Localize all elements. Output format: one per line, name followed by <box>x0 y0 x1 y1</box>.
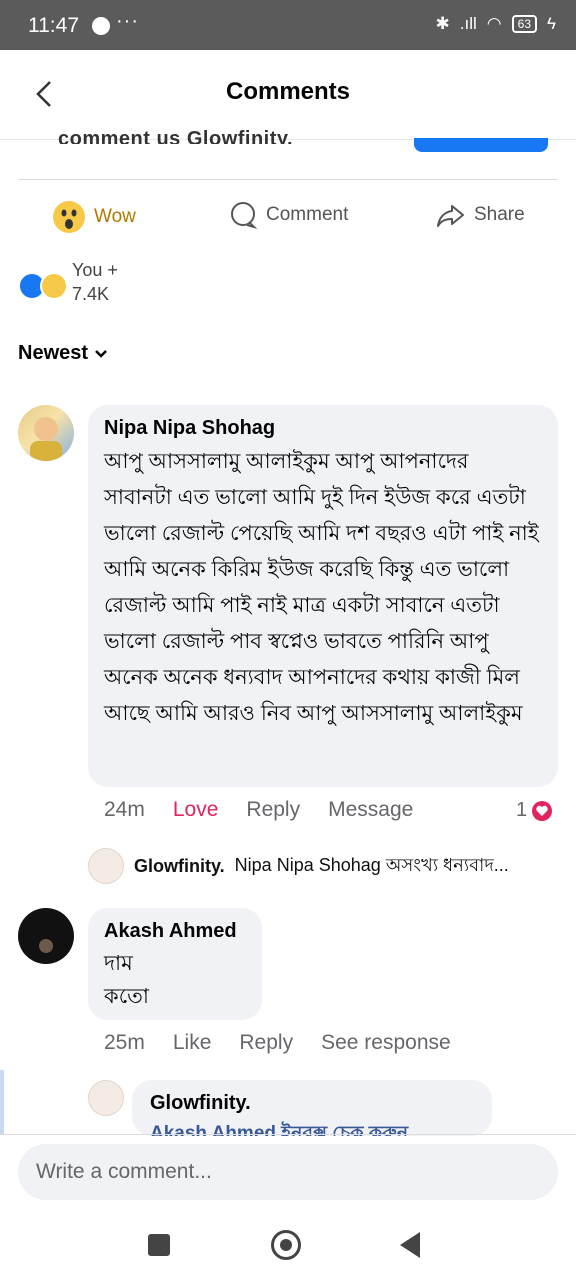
comment-icon <box>231 202 258 230</box>
composer-divider <box>0 1134 576 1135</box>
see-response-button[interactable]: See response <box>321 1031 451 1055</box>
reaction-label: Wow <box>94 206 136 227</box>
page-title: Comments <box>225 78 351 105</box>
message-button[interactable]: Message <box>328 798 413 822</box>
reply-page-name[interactable]: Glowfinity. <box>150 1092 474 1115</box>
comment-input[interactable]: Write a comment... <box>18 1144 558 1200</box>
battery-icon: 63 <box>511 15 537 33</box>
page-avatar[interactable] <box>88 1080 124 1116</box>
comment-author[interactable]: Akash Ahmed <box>104 920 246 943</box>
reaction-icons <box>18 272 68 306</box>
nav-back-icon[interactable] <box>400 1232 420 1258</box>
love-reaction-button[interactable]: Love <box>173 798 219 822</box>
reply-preview-text: Nipa Nipa Shohag অসংখ্য ধন্যবাদ... <box>234 854 509 875</box>
post-text-cutoff: comment us Glowfinity. <box>58 128 294 144</box>
comment-actions: 25m Like Reply See response <box>104 1031 451 1055</box>
signal-icon: .ıll <box>459 14 477 33</box>
comment-text: আপু আসসালামু আলাইকুম আপু আপনাদের সাবানটা… <box>104 450 545 725</box>
recents-icon[interactable] <box>148 1234 170 1256</box>
home-icon[interactable] <box>271 1230 301 1260</box>
comment-time: 24m <box>104 798 145 821</box>
reaction-count-line2: 7.4K <box>72 284 110 304</box>
reaction-summary[interactable]: You + 7.4K <box>18 258 142 306</box>
reply-page-name: Glowfinity. <box>134 855 225 876</box>
wifi-icon: ◠ <box>486 14 502 33</box>
bluetooth-icon: ✱ <box>435 14 450 33</box>
page-avatar <box>88 848 124 884</box>
wow-icon <box>53 201 85 233</box>
status-icons: ✱ .ıll ◠ 63 ϟ <box>436 14 556 34</box>
reaction-count-number: 1 <box>516 799 528 821</box>
comment-bubble: Akash Ahmed দাম কতো <box>88 908 262 1020</box>
thread-line <box>0 1070 4 1134</box>
comment-author[interactable]: Nipa Nipa Shohag <box>104 417 542 440</box>
comment-bubble: Nipa Nipa Shohag আপু আসসালামু আলাইকুম আপ… <box>88 405 558 787</box>
comment-button[interactable]: Comment <box>228 200 348 230</box>
reaction-count-line1: You + <box>72 260 118 280</box>
reply-button[interactable]: Reply <box>239 1031 293 1055</box>
comment-actions: 24m Love Reply Message <box>104 798 413 822</box>
page-reply-preview[interactable]: Glowfinity. Nipa Nipa Shohag অসংখ্য ধন্য… <box>88 848 509 884</box>
sort-label: Newest <box>18 342 89 364</box>
share-button[interactable]: Share <box>436 200 525 230</box>
wow-icon <box>40 272 68 300</box>
comment-label: Comment <box>266 204 349 225</box>
comment-reaction-count[interactable]: 1 <box>516 799 553 822</box>
share-label: Share <box>474 204 525 225</box>
sort-dropdown[interactable]: Newest <box>18 342 108 365</box>
heart-icon <box>532 800 553 821</box>
post-actions: Wow Comment Share <box>0 190 576 238</box>
reaction-button[interactable]: Wow <box>52 200 136 234</box>
page-reply-bubble: Glowfinity. Akash Ahmed ইনবক্স চেক করুন <box>132 1080 492 1136</box>
avatar[interactable] <box>18 908 74 964</box>
avatar-photo-icon <box>30 417 62 461</box>
avatar[interactable] <box>18 405 74 461</box>
share-icon <box>437 205 464 227</box>
status-time: 11:47 <box>28 14 79 37</box>
reaction-count: You + 7.4K <box>72 258 142 306</box>
like-button[interactable]: Like <box>173 1031 212 1055</box>
post-cta-button[interactable] <box>414 138 548 152</box>
comment-time: 25m <box>104 1031 145 1054</box>
status-bar: 11:47 ··· ✱ .ıll ◠ 63 ϟ <box>0 0 576 50</box>
divider <box>18 179 558 180</box>
messenger-icon <box>92 17 110 35</box>
header: Comments <box>0 50 576 140</box>
status-more-indicator: ··· <box>116 10 139 32</box>
comment-input-placeholder: Write a comment... <box>36 1160 212 1183</box>
chevron-down-icon <box>95 349 107 358</box>
avatar-photo-icon <box>39 939 53 953</box>
comment-text: দাম কতো <box>104 952 149 1008</box>
system-nav-bar <box>0 1210 576 1280</box>
charging-icon: ϟ <box>547 14 556 33</box>
reply-button[interactable]: Reply <box>246 798 300 822</box>
